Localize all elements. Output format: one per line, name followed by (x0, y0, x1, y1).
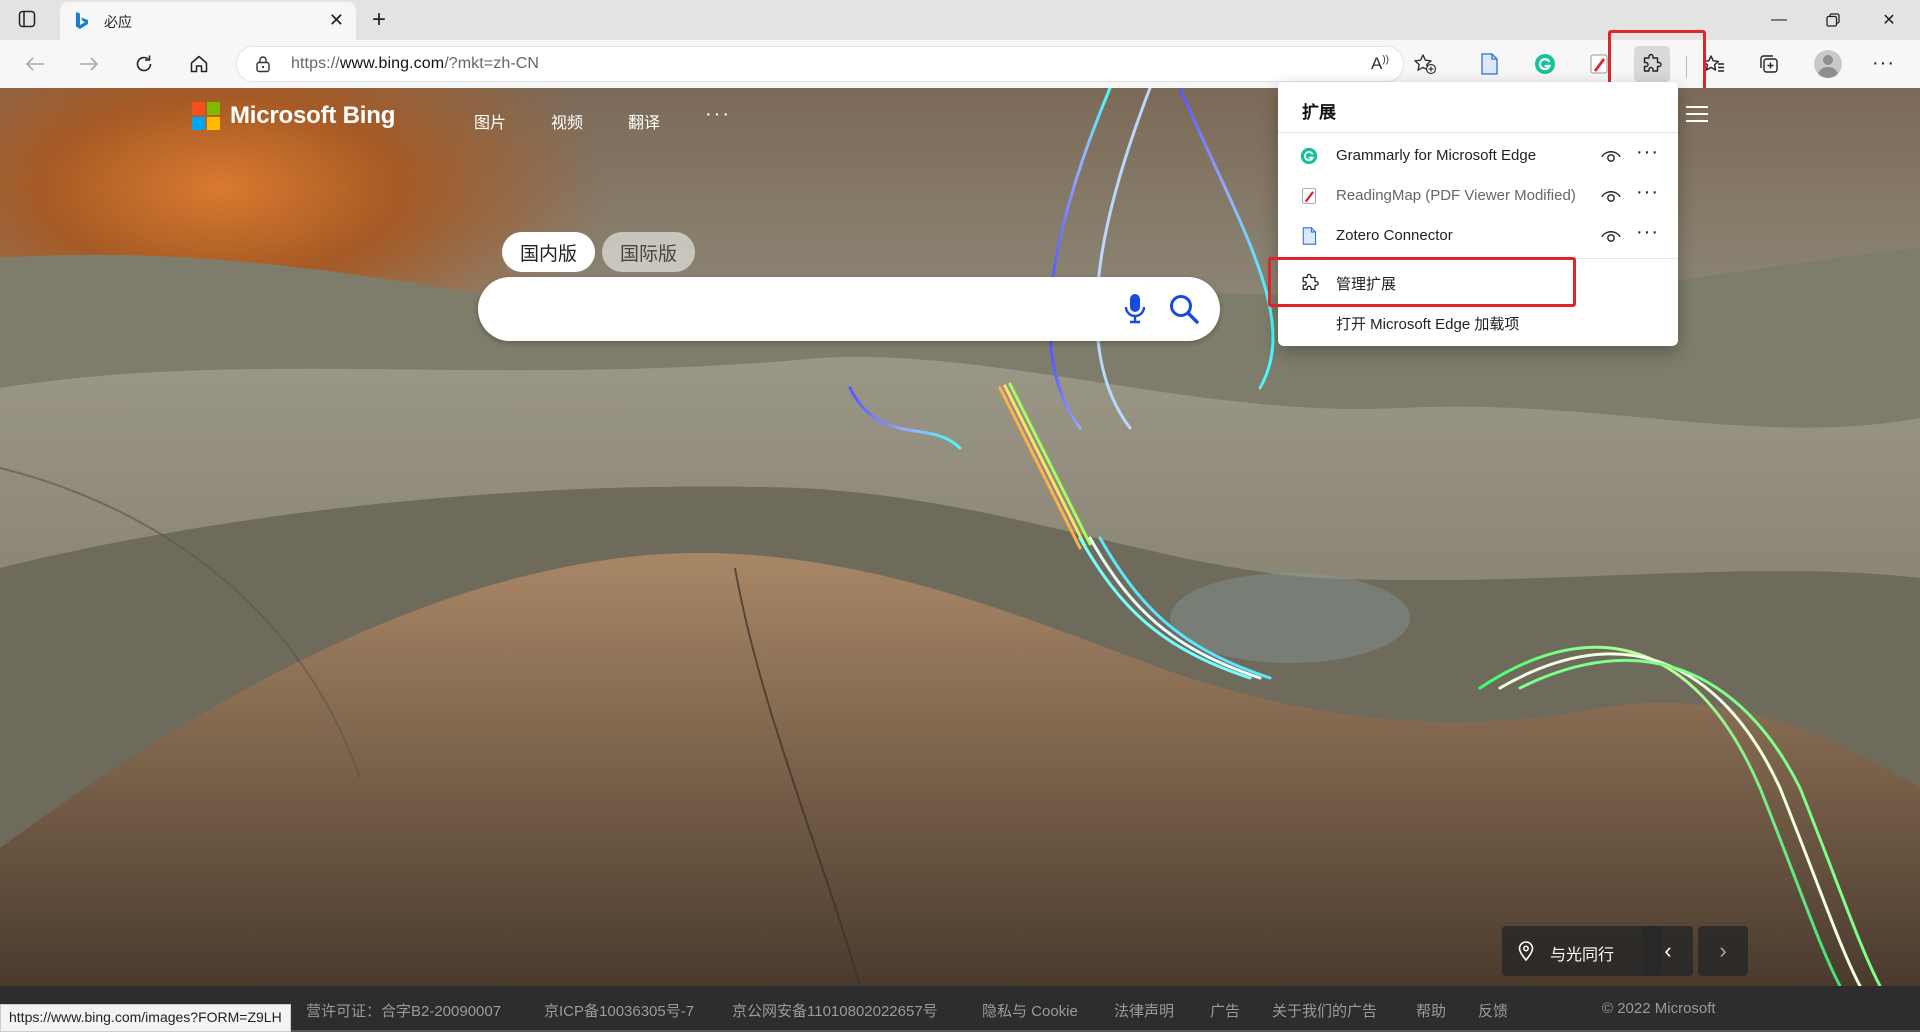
footer-about-ads[interactable]: 关于我们的广告 (1272, 1000, 1377, 1021)
extension-label: Grammarly for Microsoft Edge (1336, 147, 1537, 164)
forward-icon[interactable] (71, 46, 107, 82)
profile-avatar[interactable] (1814, 50, 1842, 78)
new-tab-icon[interactable]: + (372, 6, 386, 34)
microphone-icon[interactable] (1124, 293, 1146, 330)
grammarly-toolbar-icon[interactable] (1527, 46, 1563, 82)
extension-label: Zotero Connector (1336, 227, 1453, 244)
image-location-button[interactable]: 与光同行 (1502, 926, 1662, 976)
url-text: https://www.bing.com/?mkt=zh-CN (291, 55, 540, 72)
lock-icon[interactable] (255, 55, 271, 78)
next-image-icon[interactable]: › (1698, 926, 1748, 976)
collections-icon[interactable] (1751, 46, 1787, 82)
previous-image-icon[interactable]: ‹ (1643, 926, 1693, 976)
extension-label: ReadingMap (PDF Viewer Modified) (1336, 187, 1576, 204)
search-box[interactable] (478, 277, 1220, 341)
minimize-icon[interactable]: — (1756, 6, 1802, 34)
nav-images[interactable]: 图片 (474, 109, 506, 133)
show-in-toolbar-icon[interactable] (1600, 147, 1622, 165)
extension-item-readingmap[interactable]: ReadingMap (PDF Viewer Modified) ··· (1278, 176, 1678, 216)
extension-item-zotero[interactable]: Zotero Connector ··· (1278, 216, 1678, 256)
logo-text: Microsoft Bing (230, 102, 396, 129)
extension-item-grammarly[interactable]: Grammarly for Microsoft Edge ··· (1278, 136, 1678, 176)
restore-icon[interactable] (1810, 6, 1856, 34)
tab-title: 必应 (104, 14, 132, 30)
extension-more-icon[interactable]: ··· (1636, 181, 1659, 204)
tab-domestic-edition[interactable]: 国内版 (502, 232, 596, 272)
open-addons-item[interactable]: 打开 Microsoft Edge 加载项 (1278, 302, 1678, 342)
footer-privacy[interactable]: 隐私与 Cookie (982, 1000, 1078, 1021)
zotero-icon (1300, 227, 1318, 245)
nav-videos[interactable]: 视频 (551, 109, 583, 133)
location-label: 与光同行 (1550, 947, 1615, 964)
status-bar-url: https://www.bing.com/images?FORM=Z9LH (0, 1004, 291, 1032)
bing-logo[interactable]: Microsoft Bing (192, 102, 402, 134)
footer-icp[interactable]: 京ICP备10036305号-7 (544, 1000, 694, 1021)
location-pin-icon (1518, 941, 1534, 966)
readingmap-icon (1300, 187, 1318, 205)
nav-translate[interactable]: 翻译 (628, 109, 660, 133)
footer-feedback[interactable]: 反馈 (1478, 1000, 1508, 1021)
zotero-toolbar-icon[interactable] (1471, 46, 1507, 82)
show-in-toolbar-icon[interactable] (1600, 227, 1622, 245)
logo-square-blue (192, 117, 205, 130)
extension-more-icon[interactable]: ··· (1636, 221, 1659, 244)
footer-legal[interactable]: 法律声明 (1114, 1000, 1174, 1021)
logo-square-green (207, 102, 220, 115)
logo-square-yellow (207, 117, 220, 130)
open-addons-label: 打开 Microsoft Edge 加载项 (1336, 316, 1520, 333)
tab-international-edition[interactable]: 国际版 (602, 232, 696, 272)
add-favorite-icon[interactable] (1413, 53, 1437, 80)
settings-more-icon[interactable]: ··· (1872, 52, 1895, 75)
read-aloud-icon[interactable]: A)) (1371, 54, 1389, 74)
active-tab[interactable]: 必应 ✕ (60, 2, 356, 40)
address-bar[interactable]: https://www.bing.com/?mkt=zh-CN A)) (236, 46, 1437, 82)
close-window-icon[interactable]: ✕ (1866, 6, 1912, 34)
nav-more-icon[interactable]: ··· (705, 103, 731, 126)
hamburger-menu-icon[interactable] (1686, 106, 1708, 122)
search-icon[interactable] (1168, 293, 1200, 330)
footer-copyright: © 2022 Microsoft (1602, 1000, 1716, 1017)
footer-ads[interactable]: 广告 (1210, 1000, 1240, 1021)
back-icon[interactable] (17, 46, 53, 82)
grammarly-icon (1300, 147, 1318, 165)
tab-actions-icon[interactable] (18, 10, 36, 28)
footer-help[interactable]: 帮助 (1416, 1000, 1446, 1021)
show-in-toolbar-icon[interactable] (1600, 187, 1622, 205)
manage-extensions-highlight (1268, 257, 1576, 307)
extension-more-icon[interactable]: ··· (1636, 141, 1659, 164)
home-icon[interactable] (181, 46, 217, 82)
menu-divider (1278, 132, 1678, 133)
logo-square-red (192, 102, 205, 115)
close-tab-icon[interactable]: ✕ (329, 10, 344, 31)
footer-license[interactable]: 营许可证：合字B2-20090007 (306, 1000, 501, 1021)
footer-security-record[interactable]: 京公网安备11010802022657号 (732, 1000, 938, 1021)
bing-favicon-icon (74, 12, 90, 30)
refresh-icon[interactable] (126, 46, 162, 82)
extensions-menu-title: 扩展 (1302, 103, 1336, 122)
